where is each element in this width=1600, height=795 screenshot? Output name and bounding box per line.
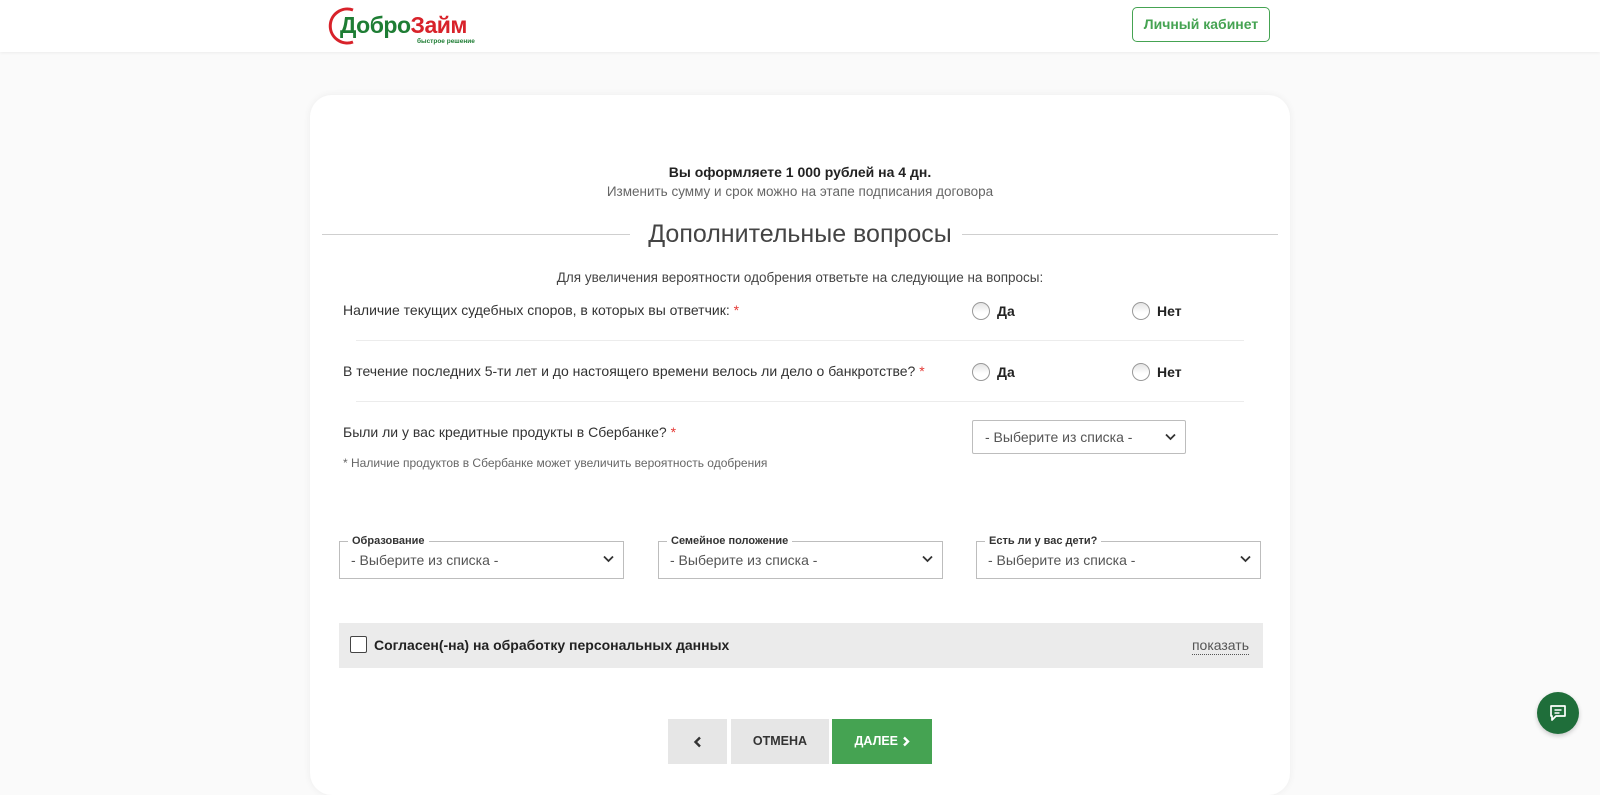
chevron-down-icon — [1165, 433, 1176, 441]
chevron-down-icon — [603, 555, 614, 563]
loan-summary-title: Вы оформляете 1 000 рублей на 4 дн. — [668, 164, 932, 180]
chevron-right-icon — [902, 736, 910, 747]
sberbank-select[interactable]: - Выберите из списка - — [972, 420, 1186, 454]
section-title: Дополнительные вопросы — [648, 220, 952, 248]
chat-button[interactable] — [1537, 692, 1579, 734]
question-divider — [356, 401, 1244, 402]
question-lawsuits: Наличие текущих судебных споров, в котор… — [343, 302, 740, 318]
chevron-down-icon — [922, 555, 933, 563]
next-button[interactable]: ДАЛЕЕ — [832, 719, 932, 764]
logo-tagline: быстрое решение — [417, 38, 475, 45]
radio-circle-icon — [1132, 302, 1150, 320]
chevron-down-icon — [1240, 555, 1251, 563]
radio-circle-icon — [1132, 363, 1150, 381]
back-button[interactable] — [668, 719, 727, 764]
section-intro: Для увеличения вероятности одобрения отв… — [556, 270, 1044, 285]
show-consent-link[interactable]: показать — [1191, 636, 1249, 655]
logo-text: ДоброЗайм — [340, 12, 467, 38]
site-header: ДоброЗайм быстрое решение Личный кабинет — [0, 0, 1600, 52]
children-select[interactable]: Есть ли у вас дети? - Выберите из списка… — [976, 533, 1261, 579]
personal-account-button[interactable]: Личный кабинет — [1132, 7, 1270, 42]
education-select[interactable]: Образование - Выберите из списка - — [339, 533, 624, 579]
chat-icon — [1550, 705, 1566, 721]
consent-block: Согласен(-на) на обработку персональных … — [339, 623, 1263, 668]
logo[interactable]: ДоброЗайм быстрое решение — [327, 5, 477, 47]
question-bankruptcy: В течение последних 5-ти лет и до настоя… — [343, 363, 925, 379]
radio-circle-icon — [972, 302, 990, 320]
radio-circle-icon — [972, 363, 990, 381]
application-card: Вы оформляете 1 000 рублей на 4 дн. Изме… — [310, 95, 1290, 795]
question-divider — [356, 340, 1244, 341]
cancel-button[interactable]: ОТМЕНА — [731, 719, 829, 764]
consent-checkbox[interactable] — [350, 636, 367, 653]
marital-status-select[interactable]: Семейное положение - Выберите из списка … — [658, 533, 943, 579]
question-sberbank: Были ли у вас кредитные продукты в Сберб… — [343, 424, 677, 440]
consent-label[interactable]: Согласен(-на) на обработку персональных … — [374, 637, 729, 653]
sberbank-hint: * Наличие продуктов в Сбербанке может ув… — [343, 456, 768, 470]
loan-summary-subtitle: Изменить сумму и срок можно на этапе под… — [606, 184, 994, 199]
chevron-left-icon — [693, 736, 701, 748]
